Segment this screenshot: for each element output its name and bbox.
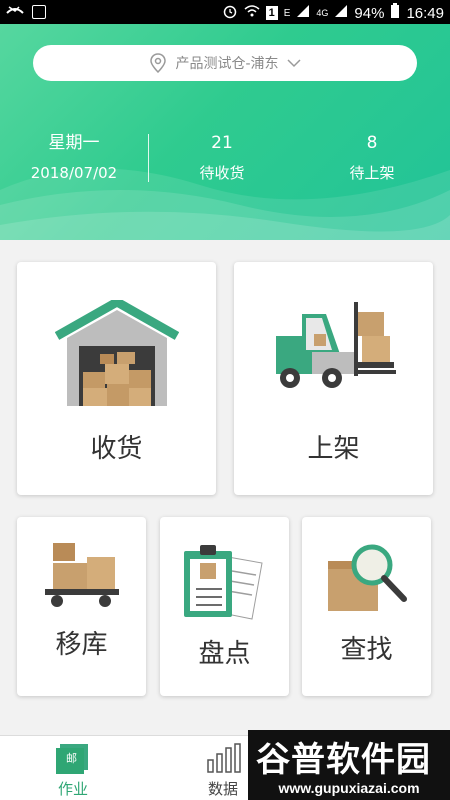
pending-shelve-count: 8 [366,133,378,153]
work-icon-text: 邮 [66,752,77,765]
bar-chart-icon [207,743,241,773]
sim-icon: 1 [265,6,278,20]
network-type-4g: 4G [316,8,329,18]
move-card[interactable]: 移库 [17,517,146,696]
wifi-icon [244,4,260,22]
search-card[interactable]: 查找 [302,517,431,696]
clock: 16:49 [406,4,444,22]
battery-icon [390,3,400,23]
magnifier-box-icon [328,544,407,611]
date: 2018/07/02 [30,164,118,182]
network-type-e: E [283,7,291,19]
battery-percent: 94% [354,4,385,22]
shelve-card[interactable]: 上架 [234,262,433,495]
signal-icon-2 [334,4,348,22]
signal-icon [296,4,310,22]
move-label: 移库 [55,630,108,660]
status-bar: 1 E 4G 94% 16:49 [0,0,450,24]
pending-receive-stat[interactable]: 21 待收货 [170,130,274,186]
nav-work[interactable]: 邮 作业 [38,736,108,800]
location-pin-icon [150,53,167,73]
shelve-label: 上架 [307,434,360,464]
pending-receive-count: 21 [211,133,233,153]
stats-row: 星期一 2018/07/02 21 待收货 8 待上架 [0,130,450,190]
clipboard-checklist-icon [184,545,263,620]
alarm-icon [222,3,238,23]
missed-call-icon [6,3,24,21]
pending-receive-label: 待收货 [199,164,245,182]
inventory-card[interactable]: 盘点 [160,517,289,696]
warehouse-icon [55,300,179,406]
cart-boxes-icon [45,543,119,607]
search-label: 查找 [340,635,393,665]
header-banner: 产品测试仓-浦东 星期一 2018/07/02 21 待收货 8 待上架 [0,24,450,240]
weekday: 星期一 [48,133,100,153]
pending-shelve-stat[interactable]: 8 待上架 [320,130,424,186]
warehouse-selector[interactable]: 产品测试仓-浦东 [33,45,417,81]
receive-card[interactable]: 收货 [17,262,216,495]
watermark-url: www.gupuxiazai.com [278,780,420,796]
nav-work-label: 作业 [57,780,88,798]
pending-shelve-label: 待上架 [349,164,395,182]
chevron-down-icon [287,59,301,68]
forklift-icon [276,302,396,388]
stats-divider [148,134,149,182]
watermark: 谷普软件园 www.gupuxiazai.com [248,730,450,800]
receive-label: 收货 [90,434,143,464]
warehouse-name: 产品测试仓-浦东 [175,56,279,72]
watermark-title: 谷普软件园 [256,740,431,780]
inventory-label: 盘点 [198,639,251,669]
date-stat: 星期一 2018/07/02 [20,130,128,186]
image-notification-icon [32,5,46,19]
